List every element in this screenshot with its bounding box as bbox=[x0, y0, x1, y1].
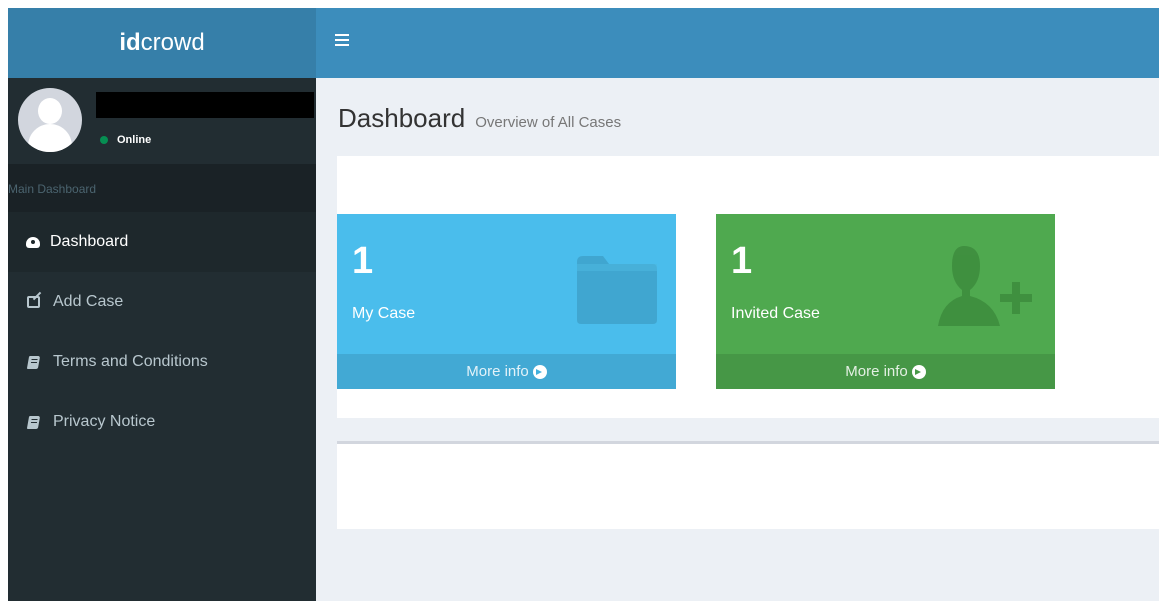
page-title: Dashboard bbox=[338, 103, 466, 133]
brand-logo[interactable]: id crowd bbox=[8, 8, 316, 78]
sidebar-item-add-case[interactable]: Add Case bbox=[8, 272, 316, 332]
user-plus-icon bbox=[938, 246, 1032, 326]
more-info-label: More info bbox=[845, 363, 908, 380]
status-dot-icon bbox=[100, 136, 108, 144]
secondary-panel bbox=[337, 441, 1159, 529]
my-case-label: My Case bbox=[352, 305, 416, 322]
sidebar-item-label: Add Case bbox=[53, 293, 124, 310]
invited-case-label: Invited Case bbox=[731, 305, 820, 322]
brand-rest: crowd bbox=[140, 29, 205, 56]
top-navbar bbox=[316, 8, 1159, 78]
page-subtitle: Overview of All Cases bbox=[475, 114, 622, 131]
status-online: Online bbox=[100, 134, 151, 146]
arrow-circle-right-icon bbox=[911, 364, 926, 379]
my-case-card: 1 My Case More info bbox=[337, 214, 676, 389]
my-case-more-info-link[interactable]: More info bbox=[337, 354, 676, 389]
redacted-username bbox=[96, 92, 314, 118]
dashboard-icon bbox=[26, 235, 40, 249]
menu-header: Main Dashboard bbox=[8, 164, 316, 212]
invited-case-more-info-link[interactable]: More info bbox=[716, 354, 1055, 389]
sidebar-item-privacy[interactable]: Privacy Notice bbox=[8, 392, 316, 452]
sidebar-item-dashboard[interactable]: Dashboard bbox=[8, 212, 316, 272]
main-content: Dashboard Overview of All Cases 1 My Cas… bbox=[316, 78, 1159, 601]
sidebar-item-label: Terms and Conditions bbox=[53, 353, 208, 370]
folder-icon bbox=[577, 256, 657, 324]
sidebar-item-label: Dashboard bbox=[50, 233, 129, 250]
user-panel: Online bbox=[8, 78, 316, 164]
more-info-label: More info bbox=[466, 363, 529, 380]
edit-icon bbox=[26, 295, 40, 309]
status-label: Online bbox=[117, 134, 152, 146]
my-case-count: 1 bbox=[352, 240, 374, 282]
book-icon bbox=[26, 355, 40, 369]
brand-bold: id bbox=[119, 29, 141, 56]
arrow-circle-right-icon bbox=[532, 364, 547, 379]
invited-case-card: 1 Invited Case More info bbox=[716, 214, 1055, 389]
sidebar-item-label: Privacy Notice bbox=[53, 413, 156, 430]
book-icon bbox=[26, 415, 40, 429]
menu-toggle-icon[interactable] bbox=[335, 34, 349, 48]
app-window: id crowd Online Main Dashboard Dashboard … bbox=[8, 8, 1159, 601]
sidebar: Online Main Dashboard Dashboard Add Case… bbox=[8, 78, 316, 601]
avatar bbox=[18, 88, 82, 152]
page-header: Dashboard Overview of All Cases bbox=[338, 103, 621, 134]
sidebar-item-terms[interactable]: Terms and Conditions bbox=[8, 332, 316, 392]
invited-case-count: 1 bbox=[731, 240, 753, 282]
